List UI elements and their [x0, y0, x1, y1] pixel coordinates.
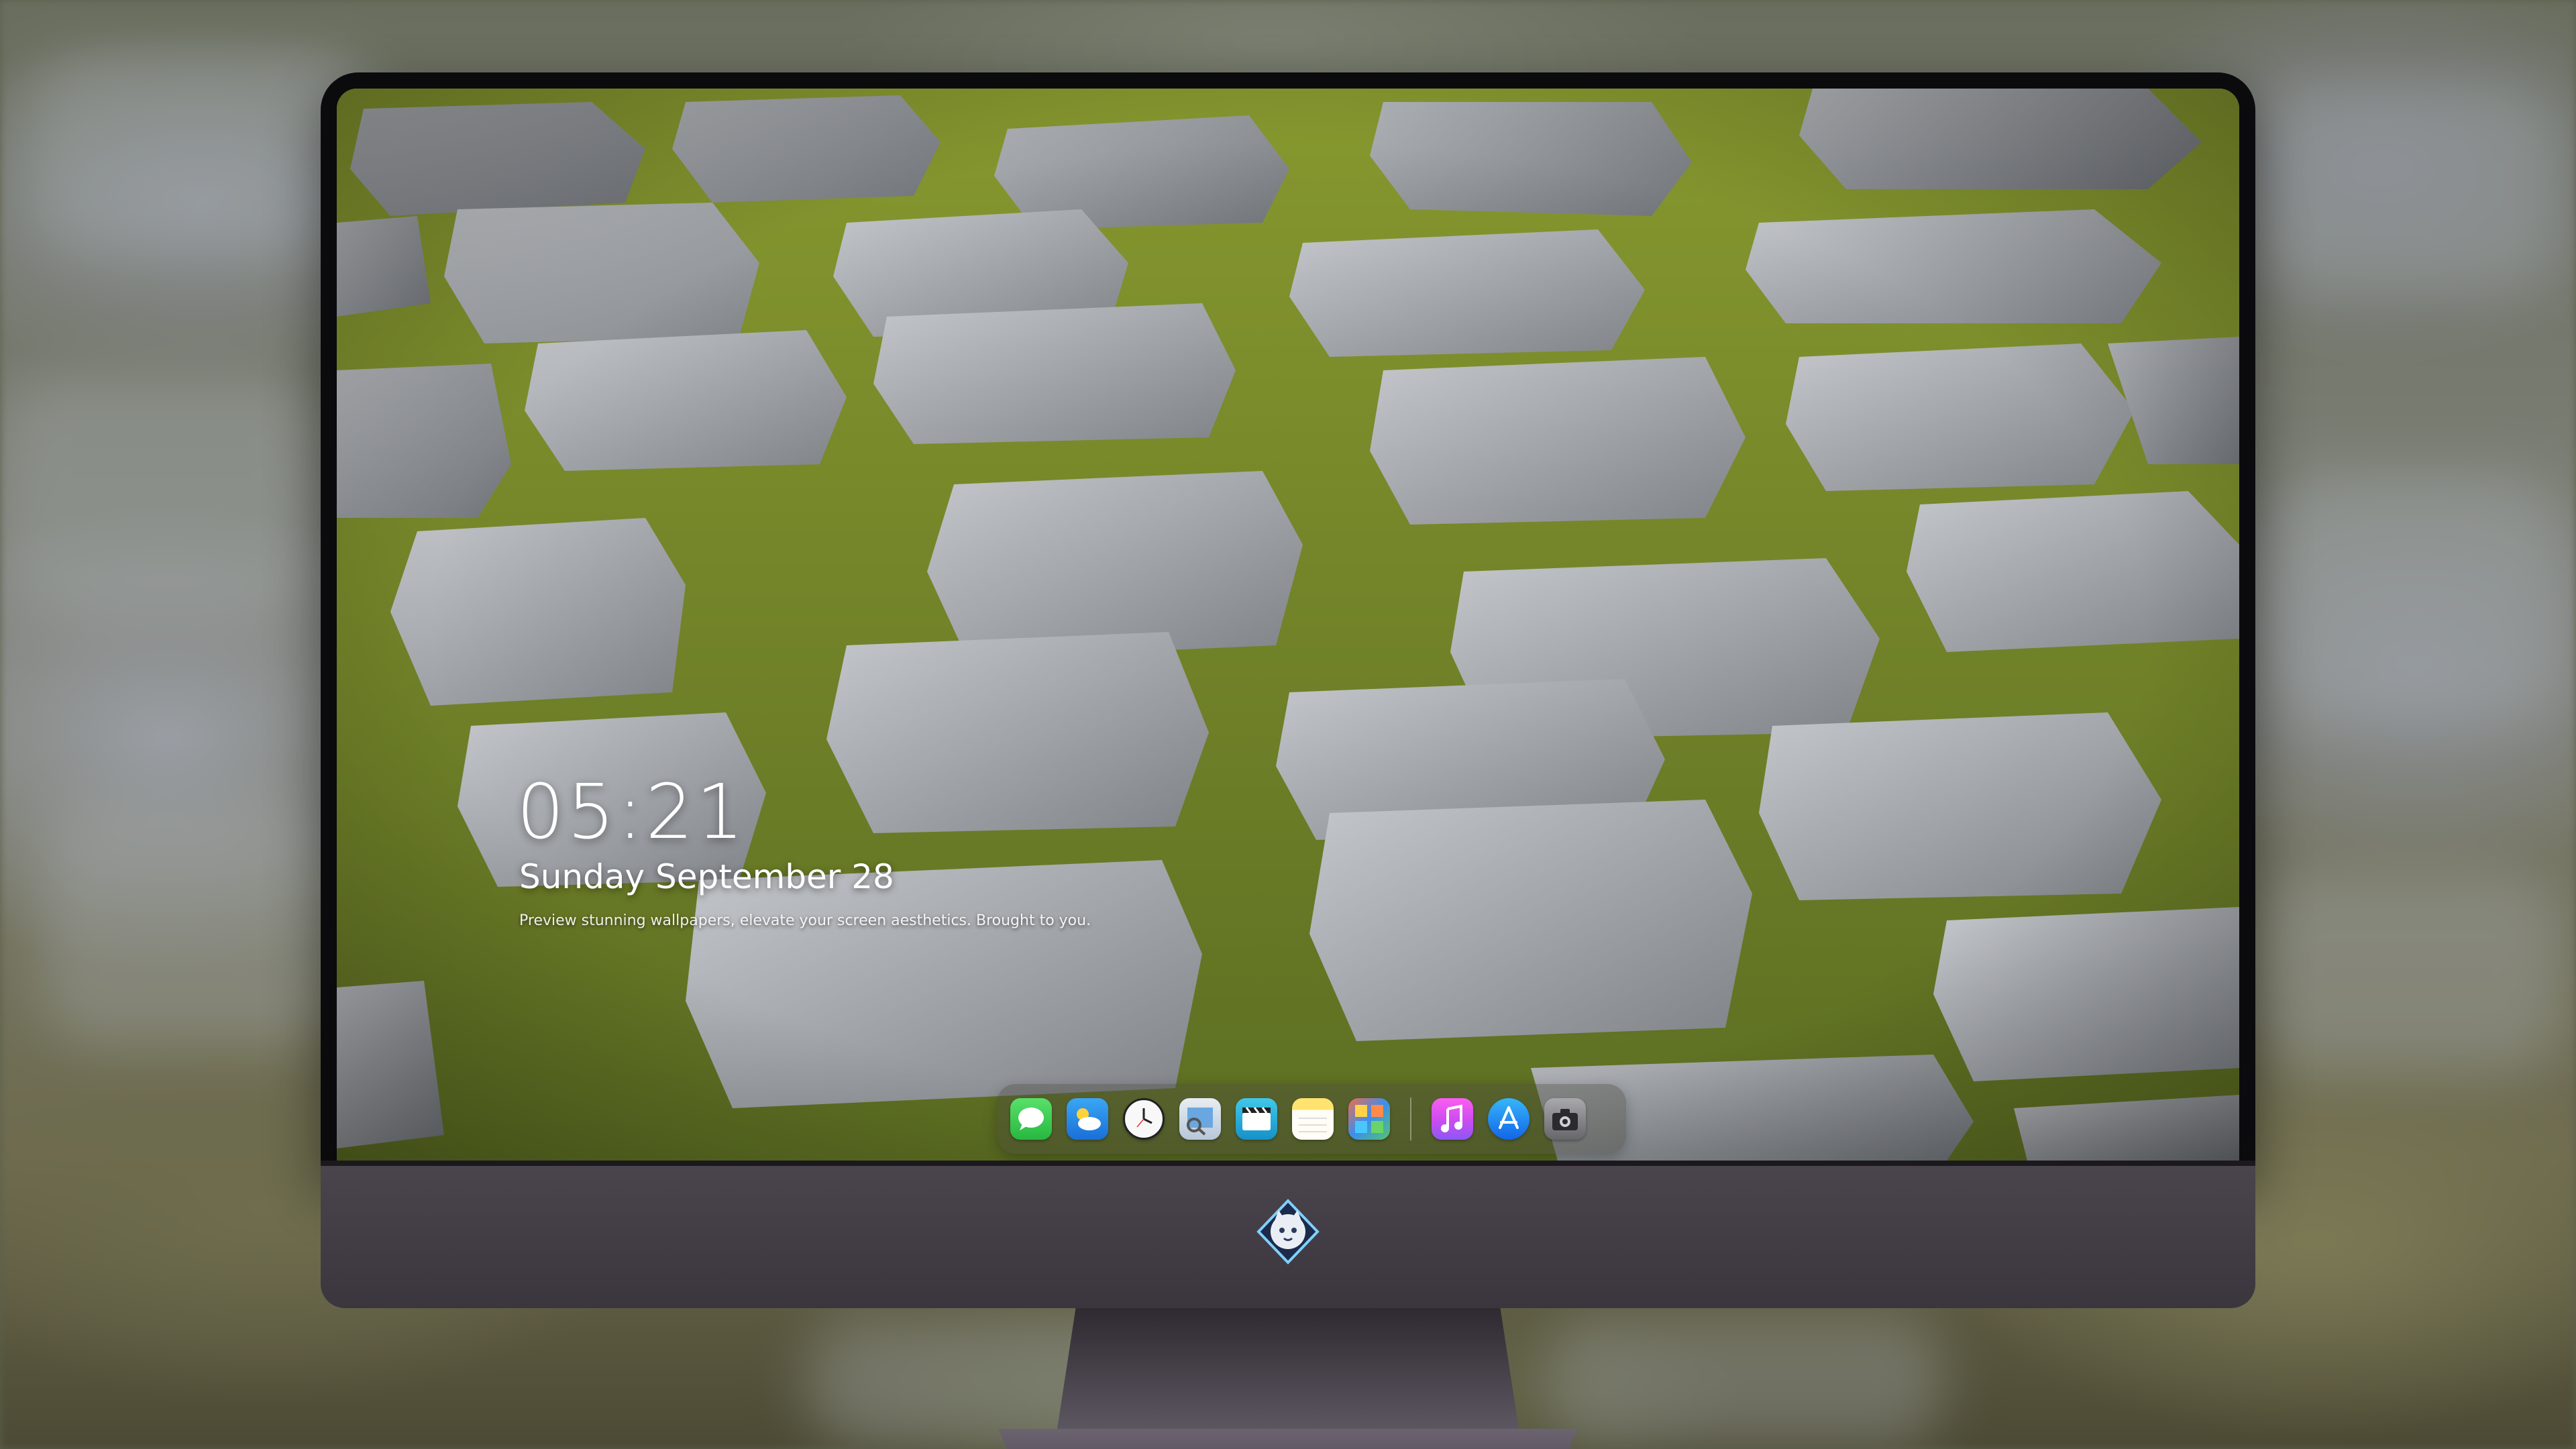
bg-stone — [1543, 1315, 1945, 1449]
bg-stone — [2254, 872, 2563, 1073]
monitor-stand-neck — [1057, 1308, 1519, 1429]
dock-separator — [1410, 1097, 1411, 1140]
clips-icon[interactable] — [1236, 1098, 1277, 1140]
bg-stone — [2254, 80, 2563, 295]
app-store-icon[interactable] — [1488, 1098, 1529, 1140]
wallpaper-cobblestones — [337, 89, 2239, 1161]
screen[interactable]: 05:21 Sunday September 28 Preview stunni… — [337, 89, 2239, 1161]
dock — [997, 1084, 1626, 1154]
camera-icon[interactable] — [1544, 1098, 1586, 1140]
bg-stone — [40, 805, 349, 1046]
bg-stone — [2267, 470, 2563, 724]
weather-icon[interactable] — [1067, 1098, 1108, 1140]
monitor-stand-base — [998, 1429, 1578, 1449]
notes-icon[interactable] — [1292, 1098, 1334, 1140]
photo-booth-icon[interactable] — [1348, 1098, 1390, 1140]
messages-icon[interactable] — [1010, 1098, 1052, 1140]
preview-icon[interactable] — [1179, 1098, 1221, 1140]
lock-screen-date: Sunday September 28 — [519, 857, 894, 896]
monitor-chin — [321, 1161, 2255, 1308]
bg-stone — [0, 376, 322, 617]
lock-screen-time: 05:21 — [517, 769, 747, 856]
monitor: 05:21 Sunday September 28 Preview stunni… — [321, 72, 2255, 1449]
cat-mascot-logo — [1256, 1199, 1320, 1265]
clock-icon[interactable] — [1123, 1098, 1165, 1140]
music-icon[interactable] — [1432, 1098, 1473, 1140]
lock-screen-caption: Preview stunning wallpapers, elevate you… — [519, 912, 1091, 929]
